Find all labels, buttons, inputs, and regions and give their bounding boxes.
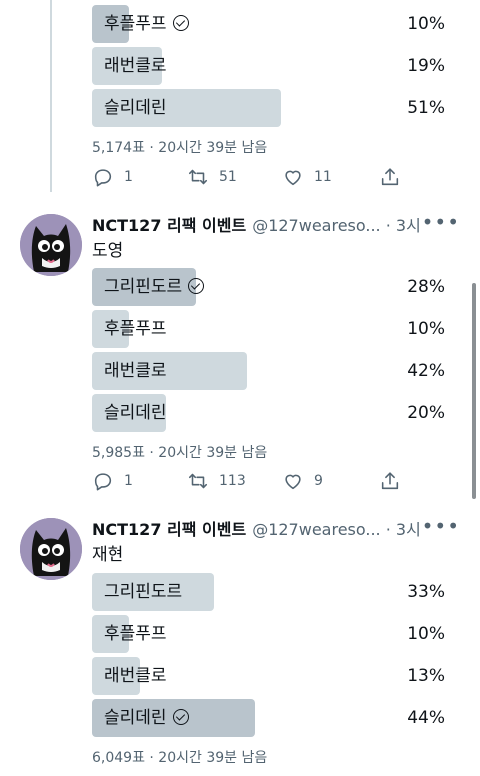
reply-button[interactable]: 1 — [92, 468, 133, 494]
poll-meta: 5,985표 · 20시간 39분 남음 — [92, 445, 268, 461]
tweet-actions: 1 113 9 — [92, 468, 412, 494]
poll-option-label: 래번클로 — [104, 666, 167, 686]
check-circle-icon — [172, 15, 189, 31]
tweet-header: NCT127 리팩 이벤트 @127weareso... · 3시 ••• — [92, 516, 462, 540]
poll-option-percent: 19% — [407, 56, 445, 76]
poll-option-percent: 33% — [407, 582, 445, 602]
poll-option-percent: 42% — [407, 361, 445, 381]
author-handle[interactable]: @127weareso... — [252, 520, 380, 539]
like-count: 11 — [314, 169, 332, 185]
retweet-count: 51 — [219, 169, 237, 185]
poll-option-label: 슬리데린 — [104, 403, 167, 423]
share-button[interactable] — [379, 468, 401, 494]
poll-option[interactable]: 후플푸프 10% — [92, 615, 452, 653]
like-button[interactable]: 9 — [282, 468, 323, 494]
author-name[interactable]: NCT127 리팩 이벤트 — [92, 216, 246, 235]
poll-option-label: 슬리데린 — [104, 98, 167, 118]
poll-option-label: 슬리데린 — [104, 708, 167, 728]
author-handle[interactable]: @127weareso... — [252, 216, 380, 235]
poll-option-percent: 13% — [407, 666, 445, 686]
poll-option-label: 래번클로 — [104, 361, 167, 381]
reply-count: 1 — [124, 473, 133, 489]
tweet-actions: 1 51 11 — [92, 164, 412, 190]
poll-option-percent: 28% — [407, 277, 445, 297]
thread-line — [50, 0, 52, 192]
poll-a: 후플푸프 10% 래번클로 19% 슬리데린 51% — [92, 5, 452, 131]
poll-option-label: 후플푸프 — [104, 14, 167, 34]
reply-count: 1 — [124, 169, 133, 185]
tweet-text: 도영 — [92, 241, 124, 261]
poll-meta: 6,049표 · 20시간 39분 남음 — [92, 750, 268, 766]
share-icon — [381, 472, 399, 490]
heart-icon — [285, 170, 301, 186]
cat-avatar-image — [20, 214, 82, 276]
poll-option-label: 래번클로 — [104, 56, 167, 76]
poll-option-label: 그리핀도르 — [104, 277, 183, 297]
scrollbar[interactable] — [472, 283, 476, 499]
retweet-count: 113 — [219, 473, 246, 489]
retweet-button[interactable]: 51 — [187, 164, 237, 190]
poll-c: 그리핀도르 33% 후플푸프 10% 래번클로 13% 슬리데린 44% — [92, 573, 452, 741]
poll-option[interactable]: 래번클로 42% — [92, 352, 452, 390]
poll-option[interactable]: 슬리데린 20% — [92, 394, 452, 432]
like-count: 9 — [314, 473, 323, 489]
poll-option[interactable]: 슬리데린 44% — [92, 699, 452, 737]
poll-option-percent: 10% — [407, 14, 445, 34]
reply-icon — [94, 473, 112, 491]
poll-option[interactable]: 래번클로 13% — [92, 657, 452, 695]
share-button[interactable] — [379, 164, 401, 190]
poll-option-label: 그리핀도르 — [104, 582, 183, 602]
more-dots-icon[interactable]: ••• — [422, 516, 460, 536]
retweet-button[interactable]: 113 — [187, 468, 246, 494]
poll-option-percent: 20% — [407, 403, 445, 423]
poll-option[interactable]: 후플푸프 10% — [92, 5, 452, 43]
poll-option[interactable]: 슬리데린 51% — [92, 89, 452, 127]
avatar[interactable] — [20, 214, 82, 276]
more-dots-icon[interactable]: ••• — [422, 212, 460, 232]
reply-icon — [94, 169, 112, 187]
tweet-header: NCT127 리팩 이벤트 @127weareso... · 3시 ••• — [92, 212, 462, 236]
poll-option-percent: 44% — [407, 708, 445, 728]
tweet-time[interactable]: · 3시 — [386, 216, 421, 235]
tweet-time[interactable]: · 3시 — [386, 520, 421, 539]
check-circle-icon — [172, 709, 189, 725]
heart-icon — [285, 474, 301, 490]
poll-option-label: 후플푸프 — [104, 624, 167, 644]
poll-option[interactable]: 그리핀도르 33% — [92, 573, 452, 611]
share-icon — [381, 168, 399, 186]
author-name[interactable]: NCT127 리팩 이벤트 — [92, 520, 246, 539]
poll-option-label: 후플푸프 — [104, 319, 167, 339]
poll-option-percent: 10% — [407, 319, 445, 339]
like-button[interactable]: 11 — [282, 164, 332, 190]
tweet-text: 재현 — [92, 545, 124, 565]
reply-button[interactable]: 1 — [92, 164, 133, 190]
poll-option-percent: 10% — [407, 624, 445, 644]
cat-avatar-image — [20, 518, 82, 580]
poll-option[interactable]: 후플푸프 10% — [92, 310, 452, 348]
poll-meta: 5,174표 · 20시간 39분 남음 — [92, 140, 268, 156]
avatar[interactable] — [20, 518, 82, 580]
poll-option-percent: 51% — [407, 98, 445, 118]
check-circle-icon — [188, 278, 205, 294]
poll-option[interactable]: 래번클로 19% — [92, 47, 452, 85]
poll-b: 그리핀도르 28% 후플푸프 10% 래번클로 42% 슬리데린 20% — [92, 268, 452, 436]
retweet-icon — [188, 473, 208, 489]
retweet-icon — [188, 169, 208, 185]
poll-option[interactable]: 그리핀도르 28% — [92, 268, 452, 306]
